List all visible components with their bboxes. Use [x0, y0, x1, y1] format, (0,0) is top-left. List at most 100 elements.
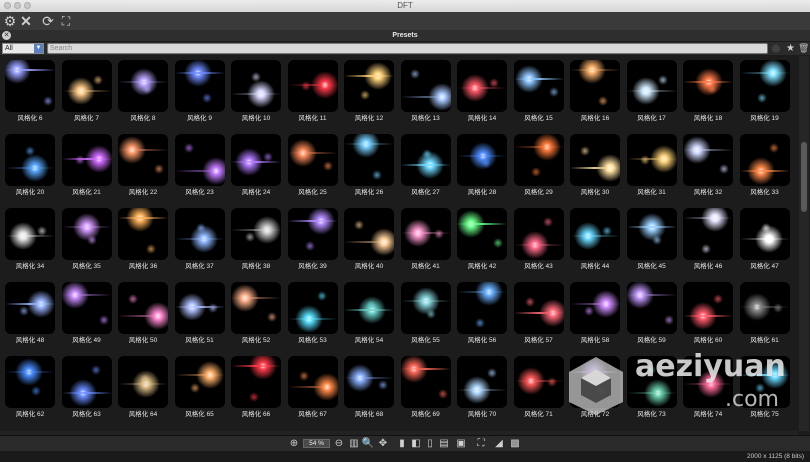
preset-tile[interactable]: 风格化 7: [59, 56, 115, 128]
histogram-icon[interactable]: ◢: [492, 437, 506, 450]
preset-tile[interactable]: 风格化 62: [2, 352, 58, 424]
preset-tile[interactable]: 风格化 35: [59, 204, 115, 276]
preset-tile[interactable]: 风格化 28: [454, 130, 510, 202]
preset-tile[interactable]: 风格化 15: [511, 56, 567, 128]
preset-tile[interactable]: 风格化 8: [115, 56, 171, 128]
preset-tile[interactable]: 风格化 36: [115, 204, 171, 276]
preset-tile[interactable]: 风格化 22: [115, 130, 171, 202]
fit-frame-icon[interactable]: ⛶: [58, 12, 74, 30]
preset-thumbnail: [287, 208, 338, 260]
pan-move-icon[interactable]: ✥: [376, 437, 390, 450]
preset-tile[interactable]: 风格化 10: [228, 56, 284, 128]
preset-tile[interactable]: 风格化 44: [567, 204, 623, 276]
preset-tile[interactable]: 风格化 31: [624, 130, 680, 202]
split-view-icon[interactable]: ▥: [347, 437, 361, 450]
preset-tile[interactable]: 风格化 71: [511, 352, 567, 424]
preset-tile[interactable]: 风格化 48: [2, 278, 58, 350]
preset-thumbnail: [231, 60, 281, 112]
close-x-icon[interactable]: ✕: [18, 12, 34, 30]
preset-tile[interactable]: 风格化 12: [341, 56, 397, 128]
gear-icon[interactable]: ⚙: [2, 12, 18, 30]
preset-tile[interactable]: 风格化 55: [398, 278, 454, 350]
preset-tile[interactable]: 风格化 50: [115, 278, 171, 350]
preset-tile[interactable]: 风格化 19: [737, 56, 793, 128]
preset-tile[interactable]: 风格化 16: [567, 56, 623, 128]
preset-tile[interactable]: 风格化 47: [737, 204, 793, 276]
preset-thumbnail: [118, 356, 168, 408]
preset-tile[interactable]: 风格化 64: [115, 352, 171, 424]
preset-tile[interactable]: 风格化 39: [285, 204, 341, 276]
preset-tile[interactable]: 风格化 45: [624, 204, 680, 276]
preset-tile[interactable]: 风格化 29: [511, 130, 567, 202]
preset-label: 风格化 46: [693, 263, 723, 270]
monitor-icon[interactable]: ▩: [508, 437, 522, 450]
preset-tile[interactable]: 风格化 27: [398, 130, 454, 202]
category-select[interactable]: All ▼: [2, 43, 44, 54]
preset-tile[interactable]: 风格化 6: [2, 56, 58, 128]
preset-thumbnail: [739, 134, 790, 186]
camera-icon[interactable]: ▣: [454, 437, 468, 450]
zoom-level[interactable]: 54 %: [303, 439, 330, 448]
refresh-icon[interactable]: ⟳: [40, 12, 56, 30]
preset-tile[interactable]: 风格化 24: [228, 130, 284, 202]
preset-tile[interactable]: 风格化 20: [2, 130, 58, 202]
preset-label: 风格化 23: [185, 189, 214, 196]
preset-tile[interactable]: 风格化 69: [398, 352, 454, 424]
preset-tile[interactable]: 风格化 40: [341, 204, 397, 276]
preset-tile[interactable]: 风格化 30: [567, 130, 623, 202]
search-clear-icon[interactable]: ◎: [772, 43, 782, 54]
preset-tile[interactable]: 风格化 70: [454, 352, 510, 424]
preset-tile[interactable]: 风格化 17: [624, 56, 680, 128]
preset-tile[interactable]: 风格化 11: [285, 56, 341, 128]
preset-tile[interactable]: 风格化 67: [285, 352, 341, 424]
preset-tile[interactable]: 风格化 51: [172, 278, 228, 350]
preset-tile[interactable]: 风格化 54: [341, 278, 397, 350]
star-icon[interactable]: ★: [786, 42, 796, 55]
frame-icon[interactable]: ⛶: [474, 437, 488, 450]
zoom-in-icon[interactable]: ⊕: [287, 437, 301, 450]
preset-tile[interactable]: 风格化 13: [398, 56, 454, 128]
preset-tile[interactable]: 风格化 63: [59, 352, 115, 424]
preset-tile[interactable]: 风格化 68: [341, 352, 397, 424]
preset-tile[interactable]: 风格化 65: [172, 352, 228, 424]
trash-icon[interactable]: 🗑: [798, 42, 809, 55]
watermark: aeziyuan .com: [565, 347, 805, 427]
preset-tile[interactable]: 风格化 25: [285, 130, 341, 202]
preset-tile[interactable]: 风格化 34: [2, 204, 58, 276]
preset-tile[interactable]: 风格化 18: [680, 56, 736, 128]
preset-tile[interactable]: 风格化 42: [454, 204, 510, 276]
preset-tile[interactable]: 风格化 66: [228, 352, 284, 424]
preset-tile[interactable]: 风格化 52: [228, 278, 284, 350]
preset-tile[interactable]: 风格化 60: [680, 278, 736, 350]
preset-tile[interactable]: 风格化 43: [511, 204, 567, 276]
zoom-out-icon[interactable]: ⊖: [332, 437, 346, 450]
preset-thumbnail: [287, 356, 338, 408]
preset-tile[interactable]: 风格化 23: [172, 130, 228, 202]
preset-label: 风格化 21: [72, 189, 101, 196]
scrollbar-thumb[interactable]: [801, 142, 807, 212]
preset-tile[interactable]: 风格化 61: [737, 278, 793, 350]
preset-tile[interactable]: 风格化 37: [172, 204, 228, 276]
preset-label: 风格化 68: [354, 411, 384, 418]
preset-tile[interactable]: 风格化 59: [624, 278, 680, 350]
magnifier-icon[interactable]: 🔍: [361, 437, 375, 450]
layout-full-icon[interactable]: ▯: [424, 437, 436, 450]
preset-tile[interactable]: 风格化 21: [59, 130, 115, 202]
layout-top-icon[interactable]: ▤: [438, 437, 450, 450]
preset-tile[interactable]: 风格化 26: [341, 130, 397, 202]
preset-tile[interactable]: 风格化 53: [285, 278, 341, 350]
preset-tile[interactable]: 风格化 9: [172, 56, 228, 128]
preset-tile[interactable]: 风格化 41: [398, 204, 454, 276]
preset-tile[interactable]: 风格化 32: [680, 130, 736, 202]
preset-tile[interactable]: 风格化 58: [567, 278, 623, 350]
search-input[interactable]: Search: [47, 43, 768, 54]
preset-tile[interactable]: 风格化 49: [59, 278, 115, 350]
preset-tile[interactable]: 风格化 33: [737, 130, 793, 202]
layout-split-icon[interactable]: ◧: [410, 437, 422, 450]
preset-tile[interactable]: 风格化 38: [228, 204, 284, 276]
preset-tile[interactable]: 风格化 56: [454, 278, 510, 350]
layout-side-icon[interactable]: ▮: [396, 437, 408, 450]
preset-tile[interactable]: 风格化 14: [454, 56, 510, 128]
preset-tile[interactable]: 风格化 46: [680, 204, 736, 276]
preset-tile[interactable]: 风格化 57: [511, 278, 567, 350]
